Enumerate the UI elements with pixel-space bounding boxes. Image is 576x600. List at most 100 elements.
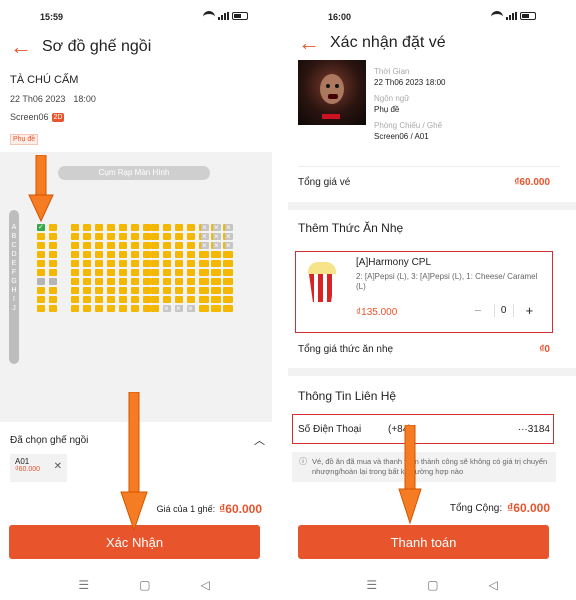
seat[interactable] [213,251,221,258]
seat[interactable] [163,251,171,258]
back-arrow-icon[interactable]: ← [298,32,320,54]
seat[interactable] [71,242,79,249]
seat[interactable] [201,242,209,249]
seat[interactable] [131,251,139,258]
seat[interactable] [175,305,183,312]
seat[interactable] [131,305,139,312]
seat[interactable] [201,278,209,285]
seat[interactable] [225,224,233,231]
seat[interactable] [175,233,183,240]
seat[interactable] [71,296,79,303]
seat[interactable] [187,296,195,303]
seat[interactable] [175,278,183,285]
seat[interactable] [151,287,159,294]
seat[interactable] [151,233,159,240]
seat[interactable] [163,296,171,303]
back-icon[interactable]: ◁ [488,578,497,592]
seat[interactable] [151,278,159,285]
seat[interactable] [151,251,159,258]
seat[interactable] [83,224,91,231]
seat[interactable] [95,242,103,249]
seat[interactable] [225,242,233,249]
seat[interactable] [163,287,171,294]
seat[interactable] [107,278,115,285]
seat[interactable] [175,296,183,303]
seat[interactable] [49,251,57,258]
seat[interactable] [151,296,159,303]
seat[interactable] [119,251,127,258]
seat[interactable] [213,287,221,294]
seat[interactable] [143,233,151,240]
seat[interactable] [143,269,151,276]
phone-input[interactable]: ···3184 [458,424,550,435]
seat-selected[interactable] [37,224,45,231]
seat[interactable] [71,269,79,276]
seat[interactable] [213,269,221,276]
seat[interactable] [71,233,79,240]
seat[interactable] [95,287,103,294]
seat[interactable] [37,242,45,249]
seat[interactable] [119,287,127,294]
seat[interactable] [213,305,221,312]
seat[interactable] [49,296,57,303]
decrease-button[interactable]: − [474,303,482,318]
seat[interactable] [175,260,183,267]
menu-icon[interactable]: ☰ [78,578,89,592]
seat[interactable] [143,242,151,249]
seat[interactable] [187,233,195,240]
seat[interactable] [143,251,151,258]
seat[interactable] [107,242,115,249]
seat[interactable] [201,233,209,240]
seat[interactable] [107,269,115,276]
seat[interactable] [143,296,151,303]
seat[interactable] [175,224,183,231]
seat[interactable] [49,224,57,231]
seat[interactable] [107,251,115,258]
seat[interactable] [131,287,139,294]
seat[interactable] [49,233,57,240]
seat[interactable] [187,278,195,285]
seat[interactable] [143,305,151,312]
seat[interactable] [213,233,221,240]
seat[interactable] [151,269,159,276]
seat[interactable] [83,305,91,312]
seat[interactable] [49,287,57,294]
seat[interactable] [201,287,209,294]
seat[interactable] [49,305,57,312]
seat[interactable] [95,233,103,240]
seat[interactable] [225,251,233,258]
seat[interactable] [71,305,79,312]
menu-icon[interactable]: ☰ [366,578,377,592]
seat[interactable] [187,224,195,231]
seat[interactable] [71,251,79,258]
seat[interactable] [201,296,209,303]
seat[interactable] [83,278,91,285]
seat[interactable] [37,269,45,276]
seat[interactable] [187,251,195,258]
seat[interactable] [225,233,233,240]
seat[interactable] [83,296,91,303]
seat[interactable] [225,305,233,312]
seat[interactable] [163,278,171,285]
seat[interactable] [107,305,115,312]
seat[interactable] [95,269,103,276]
seat[interactable] [107,287,115,294]
seat[interactable] [95,278,103,285]
seat[interactable] [143,287,151,294]
seat[interactable] [213,296,221,303]
seat[interactable] [151,242,159,249]
seat[interactable] [95,260,103,267]
seat[interactable] [175,269,183,276]
seat[interactable] [131,278,139,285]
seat[interactable] [37,233,45,240]
back-icon[interactable]: ◁ [200,578,209,592]
seat[interactable] [163,260,171,267]
remove-seat-icon[interactable]: ✕ [54,461,62,472]
seat[interactable] [187,305,195,312]
seat[interactable] [37,278,45,285]
seat[interactable] [201,260,209,267]
seat[interactable] [119,242,127,249]
home-icon[interactable]: ▢ [139,578,150,592]
seat[interactable] [119,278,127,285]
quantity-value[interactable]: 0 [493,304,514,317]
